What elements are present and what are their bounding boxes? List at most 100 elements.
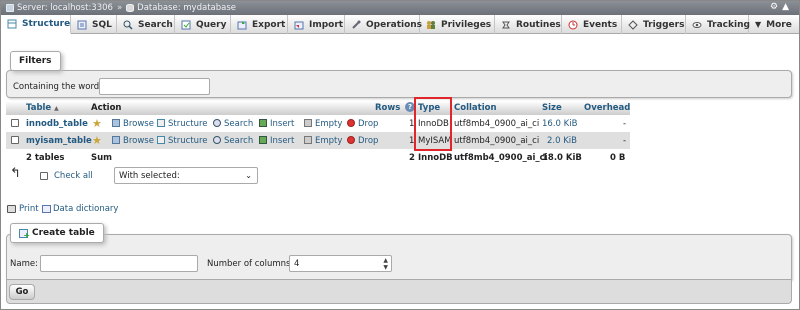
- tab-routines[interactable]: Routines: [495, 15, 562, 34]
- tab-operations[interactable]: Operations: [345, 15, 422, 34]
- operations-icon: [351, 19, 361, 30]
- favorite-star-icon[interactable]: ★: [92, 117, 102, 130]
- create-table-footer: [6, 280, 792, 304]
- browse-action[interactable]: Browse: [112, 136, 154, 146]
- server-icon: [6, 4, 14, 12]
- summary-collation: utf8mb4_0900_ai_ci: [454, 153, 548, 163]
- header-collation[interactable]: Collation: [454, 103, 497, 113]
- table-name[interactable]: innodb_table: [26, 119, 88, 129]
- search-action[interactable]: Search: [213, 136, 253, 146]
- tab-events[interactable]: Events: [562, 15, 622, 34]
- create-table-icon: +: [19, 228, 30, 239]
- filter-input[interactable]: [99, 78, 210, 95]
- columns-label: Number of columns:: [207, 259, 294, 269]
- stepper-arrows-icon[interactable]: ▲ ▼: [383, 257, 388, 271]
- overhead: -: [623, 136, 627, 146]
- browse-icon: [112, 136, 120, 144]
- filter-label: Containing the word:: [13, 82, 103, 92]
- tab-privileges[interactable]: Privileges: [420, 15, 495, 34]
- table-size[interactable]: 16.0 KiB: [542, 119, 577, 129]
- header-size[interactable]: Size: [542, 103, 562, 113]
- header-table[interactable]: Table ▲: [26, 103, 59, 113]
- header-action: Action: [91, 103, 122, 113]
- database-icon: [126, 4, 135, 12]
- routines-icon: [501, 19, 511, 30]
- create-table-legend: + Create table: [10, 223, 104, 243]
- empty-action[interactable]: Empty: [304, 136, 342, 146]
- breadcrumb-separator: »: [116, 3, 123, 13]
- row-checkbox[interactable]: [11, 136, 19, 144]
- dictionary-icon: [42, 205, 51, 213]
- tab-triggers[interactable]: Triggers: [622, 15, 686, 34]
- tab-export[interactable]: Export: [231, 15, 288, 34]
- tab-structure[interactable]: Structure: [1, 15, 71, 34]
- drop-action[interactable]: Drop: [347, 119, 378, 129]
- columns-stepper[interactable]: 4 ▲ ▼: [289, 255, 392, 272]
- tab-more[interactable]: ▼ More: [749, 15, 797, 34]
- search-icon: [213, 119, 221, 127]
- tab-tracking[interactable]: Tracking: [686, 15, 750, 34]
- create-table-title: Create table: [32, 228, 95, 238]
- browse-action[interactable]: Browse: [112, 119, 154, 129]
- structure-action[interactable]: Structure: [157, 119, 208, 129]
- header-rows[interactable]: Rows: [375, 103, 400, 113]
- summary-table-count: 2 tables: [26, 153, 65, 163]
- empty-action[interactable]: Empty: [304, 119, 342, 129]
- columns-value: 4: [294, 259, 300, 269]
- check-all-checkbox[interactable]: [40, 172, 48, 180]
- chevron-down-icon: ⌄: [245, 171, 252, 180]
- privileges-icon: [426, 19, 436, 30]
- summary-type: InnoDB: [418, 153, 453, 163]
- more-icon: ▼: [755, 20, 762, 29]
- data-dictionary-link[interactable]: Data dictionary: [53, 204, 118, 214]
- breadcrumb: Server: localhost:3306 » Database: mydat…: [1, 1, 799, 15]
- events-icon: [568, 19, 578, 30]
- summary-size: 18.0 KiB: [542, 153, 582, 163]
- structure-action[interactable]: Structure: [157, 136, 208, 146]
- search-icon: [213, 136, 221, 144]
- search-action[interactable]: Search: [213, 119, 253, 129]
- row-checkbox[interactable]: [11, 119, 19, 127]
- tab-bar: Structure SQL Search Query Export Import…: [1, 15, 799, 34]
- tab-export-label: Export: [252, 19, 286, 30]
- filters-legend: Filters: [10, 51, 61, 71]
- sql-icon: [77, 19, 87, 30]
- tab-sql-label: SQL: [92, 19, 112, 30]
- tab-query[interactable]: Query: [175, 15, 231, 34]
- tab-triggers-label: Triggers: [643, 19, 685, 30]
- table-header: Table ▲ Action Rows ? Type Collation Siz…: [6, 101, 630, 115]
- empty-icon: [304, 119, 312, 127]
- search-icon: [123, 19, 133, 30]
- structure-icon: [157, 119, 165, 127]
- breadcrumb-database[interactable]: Database: mydatabase: [137, 3, 236, 13]
- table-name-input[interactable]: [40, 255, 198, 272]
- collation: utf8mb4_0900_ai_ci: [454, 136, 540, 146]
- drop-icon: [347, 119, 355, 127]
- favorite-star-icon[interactable]: ★: [92, 134, 102, 147]
- breadcrumb-server[interactable]: Server: localhost:3306: [17, 3, 113, 13]
- table-name[interactable]: myisam_table: [26, 136, 92, 146]
- header-overhead[interactable]: Overhead: [584, 103, 630, 113]
- overhead: -: [623, 119, 627, 129]
- tab-structure-label: Structure: [22, 19, 71, 29]
- print-link[interactable]: Print: [19, 204, 39, 214]
- table-size[interactable]: 2.0 KiB: [547, 136, 577, 146]
- settings-icons[interactable]: ⚙▲: [770, 2, 793, 12]
- insert-action[interactable]: Insert: [259, 119, 294, 129]
- summary-rows: 2: [409, 153, 415, 163]
- drop-action[interactable]: Drop: [347, 136, 378, 146]
- tracking-icon: [692, 19, 702, 30]
- insert-action[interactable]: Insert: [259, 136, 294, 146]
- summary-row: 2 tables Sum 2 InnoDB utf8mb4_0900_ai_ci…: [6, 149, 630, 166]
- with-selected-select[interactable]: With selected: ⌄: [114, 167, 258, 184]
- check-all-link[interactable]: Check all: [54, 171, 93, 181]
- tab-sql[interactable]: SQL: [71, 15, 117, 34]
- tab-import[interactable]: Import: [288, 15, 345, 34]
- tab-search-label: Search: [138, 19, 173, 30]
- summary-label: Sum: [91, 153, 113, 163]
- table-row: innodb_table ★ Browse Structure Search I…: [6, 115, 630, 132]
- summary-overhead: 0 B: [610, 153, 626, 163]
- go-button[interactable]: Go: [9, 284, 35, 300]
- tab-search[interactable]: Search: [117, 15, 175, 34]
- drop-icon: [347, 136, 355, 144]
